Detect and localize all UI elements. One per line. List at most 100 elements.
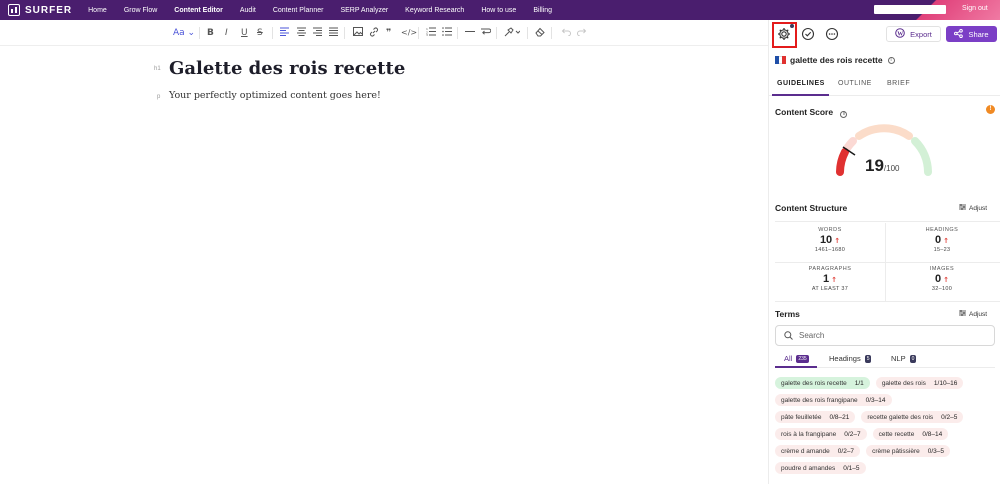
- ordered-list-icon[interactable]: 123: [426, 27, 436, 36]
- link-icon[interactable]: [369, 27, 379, 37]
- format-brush-icon[interactable]: [504, 27, 520, 37]
- editor-area: Aa ⌄ B I U S ❞ </> 123 h1 p Galette des …: [0, 20, 768, 484]
- heading-tag: h1: [154, 66, 161, 72]
- svg-text:W: W: [897, 31, 903, 37]
- term-count: 0/8–14: [922, 430, 943, 438]
- tab-brief[interactable]: BRIEF: [887, 80, 910, 87]
- italic-icon[interactable]: I: [225, 27, 228, 39]
- check-circle-icon[interactable]: [801, 27, 819, 45]
- term-chip[interactable]: rois à la frangipane 0/2–7: [775, 428, 867, 440]
- document-title[interactable]: Galette des rois recette: [169, 58, 405, 79]
- bullet-list-icon[interactable]: [442, 27, 452, 36]
- tab-guidelines[interactable]: GUIDELINES: [777, 80, 825, 87]
- subtab-headings[interactable]: Headings 5: [829, 354, 872, 363]
- info-icon[interactable]: i: [840, 111, 848, 118]
- line-break-icon[interactable]: [481, 27, 491, 36]
- images-stat: IMAGES 0 ↑ 32–100: [929, 266, 955, 292]
- document-body[interactable]: Your perfectly optimized content goes he…: [169, 90, 381, 101]
- terms-search-input[interactable]: Search: [775, 325, 995, 346]
- panel-tabs: GUIDELINES OUTLINE BRIEF: [769, 76, 1000, 96]
- structure-adjust-button[interactable]: Adjust: [959, 204, 987, 212]
- nav-home[interactable]: Home: [88, 7, 107, 14]
- nav-keyword-research[interactable]: Keyword Research: [405, 7, 464, 14]
- term-chip[interactable]: recette galette des rois 0/2–5: [861, 411, 964, 423]
- quote-icon[interactable]: ❞: [386, 27, 391, 39]
- justify-icon[interactable]: [329, 27, 338, 36]
- count-badge: 235: [796, 354, 809, 363]
- settings-gear-icon[interactable]: [777, 27, 795, 45]
- score-max: /100: [883, 164, 900, 173]
- chevron-down-icon: ⌄: [187, 28, 196, 38]
- term-count: 0/2–7: [837, 447, 855, 455]
- term-row: pâte feuilletée 0/8–21 recette galette des…: [775, 411, 997, 423]
- bold-icon[interactable]: B: [207, 27, 214, 39]
- info-icon[interactable]: i: [887, 56, 895, 64]
- term-chip[interactable]: crème pâtissière 0/3–5: [866, 445, 951, 457]
- align-left-icon[interactable]: [280, 27, 289, 36]
- code-icon[interactable]: </>: [401, 27, 417, 39]
- image-icon[interactable]: [353, 27, 363, 36]
- logo-icon: [8, 4, 20, 16]
- align-center-icon[interactable]: [297, 27, 306, 36]
- term-chip[interactable]: galette des rois recette 1/1: [775, 377, 870, 389]
- font-style-dropdown[interactable]: Aa ⌄: [173, 27, 195, 39]
- divider: [775, 221, 1000, 222]
- redo-icon[interactable]: [577, 27, 587, 36]
- term-text: rois à la frangipane: [781, 430, 837, 438]
- subtab-nlp[interactable]: NLP 0: [891, 354, 917, 363]
- more-options-icon[interactable]: [825, 27, 843, 45]
- term-chip[interactable]: pâte feuilletée 0/8–21: [775, 411, 856, 423]
- notification-dot: [790, 24, 794, 28]
- sign-out-link[interactable]: Sign out: [962, 5, 988, 12]
- logo[interactable]: SURFER: [8, 4, 72, 16]
- share-button[interactable]: Share: [946, 26, 997, 42]
- term-text: recette galette des rois: [867, 413, 934, 421]
- undo-icon[interactable]: [561, 27, 571, 36]
- nav-how-to-use[interactable]: How to use: [481, 7, 516, 14]
- term-chip[interactable]: poudre d amandes 0/1–5: [775, 462, 866, 474]
- nav-billing[interactable]: Billing: [533, 7, 552, 14]
- tab-outline[interactable]: OUTLINE: [838, 80, 872, 87]
- toolbar-divider: [199, 27, 200, 39]
- nav-content-editor[interactable]: Content Editor: [174, 7, 223, 14]
- nav-audit[interactable]: Audit: [240, 7, 256, 14]
- term-row: galette des rois frangipane 0/3–14: [775, 394, 997, 406]
- count-badge: 5: [864, 354, 872, 363]
- term-chip[interactable]: crème d amande 0/2–7: [775, 445, 861, 457]
- align-right-icon[interactable]: [313, 27, 322, 36]
- guidelines-panel: W Export Share galette des rois recette …: [768, 20, 1000, 484]
- strikethrough-icon[interactable]: S: [257, 27, 263, 39]
- term-row: crème d amande 0/2–7 crème pâtissière 0/3–5: [775, 445, 997, 457]
- toolbar-divider: [344, 27, 345, 39]
- term-chip[interactable]: galette des rois frangipane 0/3–14: [775, 394, 892, 406]
- nav-grow-flow[interactable]: Grow Flow: [124, 7, 157, 14]
- account-email-field[interactable]: [874, 5, 946, 14]
- term-count: 0/2–7: [844, 430, 861, 438]
- headings-stat: HEADINGS 0 ↑ 15–23: [925, 227, 959, 253]
- term-count: 1/10–16: [933, 379, 958, 387]
- eraser-icon[interactable]: [535, 27, 545, 37]
- warning-icon[interactable]: !: [986, 105, 995, 114]
- structure-grid: WORDS 10 ↑ 1461–1680 HEADINGS 0 ↑ 15–23 PA…: [775, 221, 1000, 302]
- horizontal-rule-icon[interactable]: [465, 27, 475, 36]
- terms-adjust-button[interactable]: Adjust: [959, 310, 987, 318]
- term-count: 0/2–5: [941, 413, 958, 421]
- keyword-text: galette des rois recette: [790, 55, 883, 65]
- underline-icon[interactable]: U: [241, 27, 248, 39]
- active-tab-indicator: [772, 94, 829, 96]
- divider: [775, 262, 1000, 263]
- nav-content-planner[interactable]: Content Planner: [273, 7, 324, 14]
- term-count: 0/3–5: [927, 447, 945, 455]
- term-text: galette des rois frangipane: [781, 396, 858, 404]
- toolbar-divider: [496, 27, 497, 39]
- export-button[interactable]: W Export: [886, 26, 941, 42]
- target-keyword: galette des rois recette i: [775, 55, 895, 65]
- nav-serp-analyzer[interactable]: SERP Analyzer: [340, 7, 388, 14]
- term-chip[interactable]: galette des rois 1/10–16: [875, 377, 964, 389]
- subtab-all[interactable]: All 235: [784, 354, 809, 363]
- term-chip[interactable]: cette recette 0/8–14: [872, 428, 949, 440]
- content-score-title: Content Score i: [775, 107, 848, 118]
- editor-toolbar: Aa ⌄ B I U S ❞ </> 123: [0, 20, 768, 46]
- term-row: poudre d amandes 0/1–5: [775, 462, 997, 474]
- paragraph-tag: p: [157, 94, 161, 100]
